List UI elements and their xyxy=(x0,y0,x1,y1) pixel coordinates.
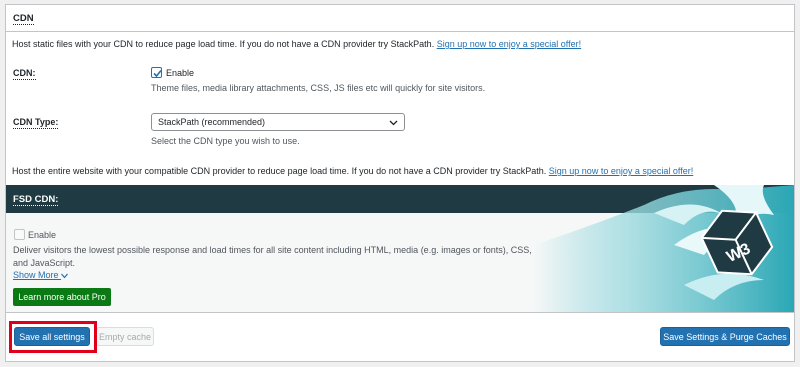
chevron-down-icon xyxy=(389,120,398,126)
save-purge-caches-button[interactable]: Save Settings & Purge Caches xyxy=(660,327,790,346)
learn-more-pro-button[interactable]: Learn more about Pro xyxy=(13,288,111,306)
cdn-type-label: CDN Type: xyxy=(13,117,59,129)
fsd-description-line2: and JavaScript. xyxy=(13,258,76,268)
cdn-enable-checkbox[interactable] xyxy=(151,67,162,78)
cdn-description: Theme files, media library attachments, … xyxy=(151,83,486,93)
highlight-box xyxy=(9,321,97,353)
cdn-type-selected-value: StackPath (recommended) xyxy=(158,117,266,127)
intro-signup-link[interactable]: Sign up now to enjoy a special offer! xyxy=(437,39,581,49)
show-more-link[interactable]: Show More xyxy=(13,269,69,281)
fsd-cdn-section: W3 FSD CDN: Enable Deliver visitors the … xyxy=(6,185,794,313)
cdn-enable-label: Enable xyxy=(166,68,195,78)
fsd-enable-label: Enable xyxy=(28,230,57,240)
cdn-type-select[interactable]: StackPath (recommended) xyxy=(151,113,405,131)
fsd-enable-checkbox[interactable] xyxy=(14,229,25,240)
chevron-down-icon xyxy=(61,273,69,279)
panel-header: CDN xyxy=(6,5,794,32)
cdn-settings-panel: CDN Host static files with your CDN to r… xyxy=(5,4,795,362)
fsd-intro-signup-link[interactable]: Sign up now to enjoy a special offer! xyxy=(549,166,693,176)
cdn-label: CDN: xyxy=(13,68,36,80)
cdn-type-description: Select the CDN type you wish to use. xyxy=(151,136,300,146)
intro-text: Host static files with your CDN to reduc… xyxy=(12,38,581,50)
checkmark-icon xyxy=(153,69,162,78)
intro-description: Host static files with your CDN to reduc… xyxy=(12,39,435,49)
show-more-label: Show More xyxy=(13,270,59,280)
fsd-intro-description: Host the entire website with your compat… xyxy=(12,166,547,176)
panel-title: CDN xyxy=(13,13,34,25)
fsd-description-line1: Deliver visitors the lowest possible res… xyxy=(13,245,532,255)
empty-cache-button[interactable]: Empty cache xyxy=(96,327,154,346)
fsd-title: FSD CDN: xyxy=(13,194,59,206)
w3-flame-logo-icon: W3 xyxy=(534,185,794,312)
fsd-intro-text: Host the entire website with your compat… xyxy=(12,165,693,177)
